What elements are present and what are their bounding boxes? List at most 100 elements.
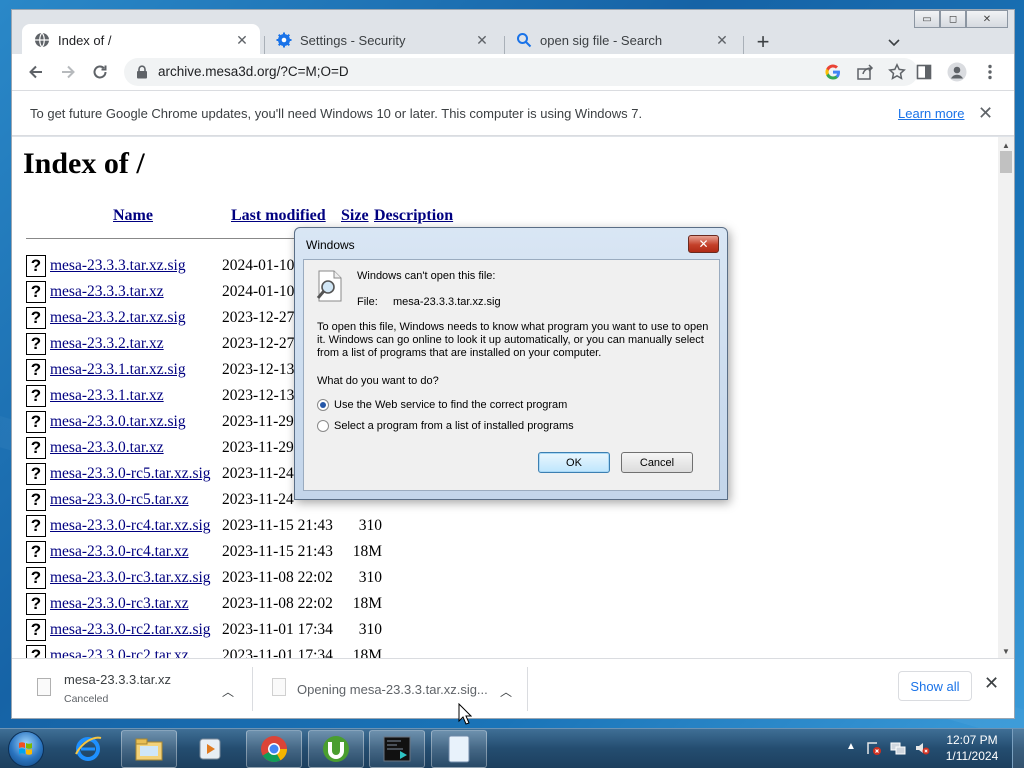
file-size: 310 [358, 621, 382, 638]
unknown-file-icon: ? [26, 281, 46, 303]
taskbar-terminal-button[interactable] [369, 730, 425, 768]
tab-close-icon[interactable]: ✕ [234, 32, 250, 49]
unknown-file-icon: ? [26, 307, 46, 329]
dialog-close-button[interactable]: ✕ [688, 235, 719, 253]
column-header-name[interactable]: Name [113, 207, 153, 225]
radio-web-service[interactable]: Use the Web service to find the correct … [317, 398, 567, 412]
show-desktop-button[interactable] [1012, 729, 1024, 768]
lock-icon[interactable] [136, 65, 148, 79]
reload-button[interactable] [88, 60, 112, 84]
unknown-file-icon: ? [26, 255, 46, 277]
file-link[interactable]: mesa-23.3.0-rc4.tar.xz.sig [50, 517, 222, 535]
google-icon[interactable] [824, 63, 842, 81]
page-scrollbar[interactable]: ▲ ▼ [998, 137, 1014, 658]
unknown-file-icon: ? [26, 359, 46, 381]
taskbar: ▲ 12:07 PM 1/11/2024 [0, 728, 1024, 768]
column-header-size[interactable]: Size [341, 207, 369, 225]
file-icon [37, 678, 51, 696]
file-link[interactable]: mesa-23.3.1.tar.xz.sig [50, 361, 222, 379]
radio-selected-icon[interactable] [317, 399, 329, 411]
file-link[interactable]: mesa-23.3.0-rc5.tar.xz [50, 491, 222, 509]
taskbar-utorrent-button[interactable] [308, 730, 364, 768]
url-text: archive.mesa3d.org/?C=M;O=D [158, 64, 349, 79]
action-center-icon[interactable] [866, 740, 882, 756]
download-separator [527, 667, 528, 711]
chevron-up-icon[interactable]: ︿ [222, 683, 234, 700]
tab-search[interactable]: open sig file - Search ✕ [504, 24, 740, 56]
file-link[interactable]: mesa-23.3.0-rc2.tar.xz [50, 647, 222, 658]
tab-close-icon[interactable]: ✕ [714, 32, 730, 49]
chevron-up-icon[interactable]: ︿ [500, 683, 512, 700]
download-item[interactable]: Opening mesa-23.3.3.tar.xz.sig... ︿ [254, 659, 524, 718]
file-link[interactable]: mesa-23.3.0-rc4.tar.xz [50, 543, 222, 561]
radio-label: Select a program from a list of installe… [334, 420, 574, 432]
taskbar-ie-button[interactable] [60, 730, 116, 768]
file-link[interactable]: mesa-23.3.1.tar.xz [50, 387, 222, 405]
file-link[interactable]: mesa-23.3.3.tar.xz.sig [50, 257, 222, 275]
start-button[interactable] [8, 731, 44, 767]
back-button[interactable] [24, 60, 48, 84]
unknown-file-icon: ? [26, 567, 46, 589]
file-date: 2023-11-15 21:43 [222, 543, 333, 560]
file-size: 18M [352, 543, 382, 560]
clock-time[interactable]: 12:07 PM [940, 733, 1004, 747]
chevron-down-icon[interactable] [886, 34, 902, 50]
file-link[interactable]: mesa-23.3.0.tar.xz [50, 439, 222, 457]
new-tab-button[interactable]: + [752, 31, 774, 54]
radio-installed-programs[interactable]: Select a program from a list of installe… [317, 419, 574, 433]
table-row: ? mesa-23.3.0-rc3.tar.xz 2023-11-08 22:02 1… [26, 591, 386, 617]
scroll-down-icon[interactable]: ▼ [1002, 647, 1010, 656]
file-link[interactable]: mesa-23.3.0-rc5.tar.xz.sig [50, 465, 222, 483]
tab-index-of[interactable]: Index of / ✕ [22, 24, 260, 56]
taskbar-notepad-button[interactable] [431, 730, 487, 768]
scrollbar-thumb[interactable] [1000, 151, 1012, 173]
unknown-file-icon: ? [26, 437, 46, 459]
dialog-paragraph: To open this file, Windows needs to know… [317, 321, 709, 359]
side-panel-button[interactable] [912, 60, 936, 84]
file-link[interactable]: mesa-23.3.0-rc3.tar.xz [50, 595, 222, 613]
taskbar-media-button[interactable] [182, 730, 238, 768]
scroll-up-icon[interactable]: ▲ [1002, 141, 1010, 150]
file-link[interactable]: mesa-23.3.3.tar.xz [50, 283, 222, 301]
file-link[interactable]: mesa-23.3.0-rc3.tar.xz.sig [50, 569, 222, 587]
taskbar-chrome-button[interactable] [246, 730, 302, 768]
dialog-question: What do you want to do? [317, 375, 439, 387]
column-header-last-modified[interactable]: Last modified [231, 207, 326, 225]
tab-strip: Index of / ✕ Settings - Security ✕ open … [12, 18, 1014, 56]
unknown-file-icon: ? [26, 541, 46, 563]
dialog-title: Windows [306, 238, 355, 252]
forward-button[interactable] [56, 60, 80, 84]
file-date: 2023-11-15 21:43 [222, 517, 333, 534]
network-icon[interactable] [890, 740, 906, 756]
tray-expand-icon[interactable]: ▲ [846, 741, 856, 752]
infobar-close-icon[interactable]: ✕ [978, 103, 993, 124]
profile-button[interactable] [945, 60, 969, 84]
clock-date[interactable]: 1/11/2024 [940, 749, 1004, 763]
ok-button[interactable]: OK [538, 452, 610, 473]
learn-more-link[interactable]: Learn more [898, 106, 964, 121]
volume-muted-icon[interactable] [914, 740, 930, 756]
tab-close-icon[interactable]: ✕ [474, 32, 490, 49]
shelf-close-icon[interactable]: ✕ [984, 673, 999, 694]
menu-button[interactable] [978, 60, 1002, 84]
avatar-icon [947, 62, 967, 82]
star-icon[interactable] [888, 63, 906, 81]
radio-unselected-icon[interactable] [317, 420, 329, 432]
file-icon [272, 678, 286, 696]
address-bar[interactable]: archive.mesa3d.org/?C=M;O=D [124, 58, 918, 86]
show-all-button[interactable]: Show all [898, 671, 972, 701]
cancel-button[interactable]: Cancel [621, 452, 693, 473]
utorrent-icon [323, 736, 349, 762]
taskbar-explorer-button[interactable] [121, 730, 177, 768]
share-icon[interactable] [856, 63, 874, 81]
column-header-description[interactable]: Description [374, 207, 453, 225]
file-link[interactable]: mesa-23.3.0-rc2.tar.xz.sig [50, 621, 222, 639]
file-link[interactable]: mesa-23.3.0.tar.xz.sig [50, 413, 222, 431]
file-date: 2023-11-01 17:34 [222, 647, 333, 658]
download-item[interactable]: mesa-23.3.3.tar.xz Canceled ︿ [12, 659, 250, 718]
tab-settings-security[interactable]: Settings - Security ✕ [264, 24, 500, 56]
download-status: Canceled [64, 693, 109, 705]
file-link[interactable]: mesa-23.3.2.tar.xz [50, 335, 222, 353]
download-shelf: mesa-23.3.3.tar.xz Canceled ︿ Opening me… [12, 658, 1014, 718]
file-link[interactable]: mesa-23.3.2.tar.xz.sig [50, 309, 222, 327]
